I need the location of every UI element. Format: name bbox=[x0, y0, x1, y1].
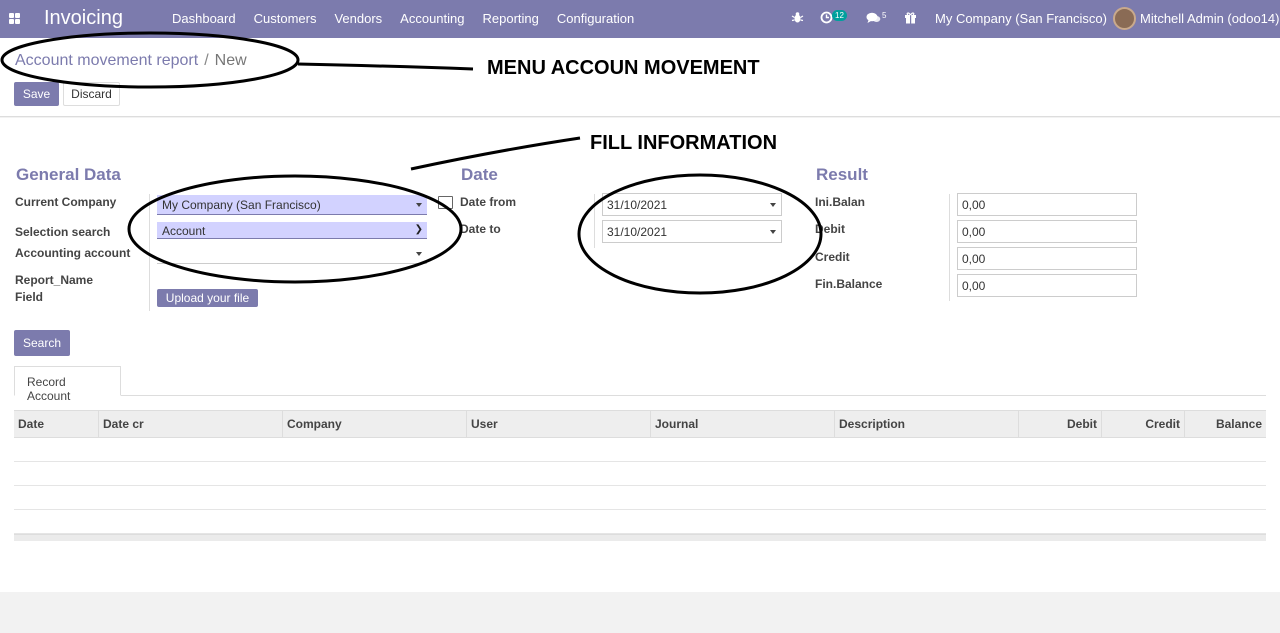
accounting-account-select[interactable] bbox=[157, 244, 427, 264]
menu-item-reporting[interactable]: Reporting bbox=[483, 11, 539, 26]
company-switcher[interactable]: My Company (San Francisco) bbox=[935, 11, 1107, 26]
selection-search-label: Selection search bbox=[15, 225, 111, 239]
caret-down-icon bbox=[416, 252, 422, 256]
tab-underline bbox=[14, 395, 1266, 396]
general-separator bbox=[149, 194, 150, 311]
breadcrumb-parent[interactable]: Account movement report bbox=[15, 52, 198, 69]
breadcrumb: Account movement report / New bbox=[15, 52, 247, 70]
date-from-value: 31/10/2021 bbox=[607, 198, 668, 212]
date-from-label: Date from bbox=[460, 195, 517, 209]
report-name-label: Report_Name bbox=[15, 273, 94, 287]
debit-input[interactable]: 0,00 bbox=[957, 220, 1137, 243]
column-company[interactable]: Company bbox=[282, 411, 466, 438]
search-button[interactable]: Search bbox=[14, 330, 70, 356]
record-account-table: Date Date cr Company User Journal Descri… bbox=[14, 410, 1266, 541]
credit-input[interactable]: 0,00 bbox=[957, 247, 1137, 270]
menu-item-configuration[interactable]: Configuration bbox=[557, 11, 634, 26]
result-title: Result bbox=[816, 165, 868, 184]
user-avatar[interactable] bbox=[1113, 7, 1136, 30]
column-debit[interactable]: Debit bbox=[1018, 411, 1101, 438]
accounting-account-label: Accounting account bbox=[15, 246, 131, 260]
column-credit[interactable]: Credit bbox=[1101, 411, 1184, 438]
table-row bbox=[14, 486, 1266, 510]
form-sheet: General Data Current Company Selection s… bbox=[0, 118, 1280, 592]
activity-count-badge: 12 bbox=[832, 10, 847, 21]
selection-search-value: Account bbox=[162, 224, 206, 238]
fin-balance-label: Fin.Balance bbox=[815, 277, 883, 291]
activity-clock-icon[interactable] bbox=[820, 11, 833, 27]
debit-label: Debit bbox=[815, 222, 845, 236]
table-row bbox=[14, 510, 1266, 534]
messages-chat-icon[interactable] bbox=[866, 11, 881, 27]
apps-menu-icon[interactable] bbox=[9, 13, 20, 24]
current-company-value: My Company (San Francisco) bbox=[162, 198, 321, 212]
tab-record-account[interactable]: Record Account bbox=[14, 366, 121, 403]
breadcrumb-separator: / bbox=[204, 52, 209, 69]
current-company-label: Current Company bbox=[15, 195, 117, 209]
annotation-fill-text: FILL INFORMATION bbox=[590, 132, 778, 154]
annotation-menu-text: MENU ACCOUN MOVEMENT bbox=[487, 57, 760, 79]
menu-item-dashboard[interactable]: Dashboard bbox=[172, 11, 236, 26]
selection-search-select[interactable]: Account ❯ bbox=[157, 222, 427, 239]
caret-down-icon bbox=[770, 230, 776, 234]
credit-label: Credit bbox=[815, 250, 850, 264]
table-row bbox=[14, 462, 1266, 486]
gift-icon[interactable] bbox=[904, 11, 917, 27]
current-company-select[interactable]: My Company (San Francisco) bbox=[157, 195, 427, 215]
column-balance[interactable]: Balance bbox=[1184, 411, 1266, 438]
date-to-label: Date to bbox=[460, 222, 501, 236]
field-label: Field bbox=[15, 290, 44, 304]
date-separator bbox=[594, 194, 595, 248]
date-to-value: 31/10/2021 bbox=[607, 225, 668, 239]
app-name: Invoicing bbox=[44, 7, 123, 29]
result-separator bbox=[949, 194, 950, 301]
table-row bbox=[14, 438, 1266, 462]
upload-file-button[interactable]: Upload your file bbox=[157, 289, 258, 307]
ini-balance-label: Ini.Balan bbox=[815, 195, 866, 209]
menu-item-vendors[interactable]: Vendors bbox=[334, 11, 382, 26]
column-user[interactable]: User bbox=[466, 411, 650, 438]
top-navbar: Invoicing Dashboard Customers Vendors Ac… bbox=[0, 0, 1280, 38]
user-menu[interactable]: Mitchell Admin (odoo14) bbox=[1140, 11, 1279, 26]
main-menu: Dashboard Customers Vendors Accounting R… bbox=[172, 11, 652, 26]
discard-button[interactable]: Discard bbox=[63, 82, 120, 106]
fin-balance-input[interactable]: 0,00 bbox=[957, 274, 1137, 297]
caret-down-icon bbox=[770, 203, 776, 207]
external-link-icon[interactable] bbox=[438, 196, 453, 209]
message-count-badge: 5 bbox=[882, 11, 887, 20]
date-title: Date bbox=[461, 165, 498, 184]
caret-down-icon bbox=[416, 203, 422, 207]
general-data-title: General Data bbox=[16, 165, 121, 184]
column-date-cr[interactable]: Date cr bbox=[98, 411, 282, 438]
column-date[interactable]: Date bbox=[14, 411, 98, 438]
ini-balance-input[interactable]: 0,00 bbox=[957, 193, 1137, 216]
table-footer bbox=[14, 534, 1266, 541]
menu-item-customers[interactable]: Customers bbox=[254, 11, 317, 26]
date-to-input[interactable]: 31/10/2021 bbox=[602, 220, 782, 243]
page: Invoicing Dashboard Customers Vendors Ac… bbox=[0, 0, 1280, 633]
debug-bug-icon[interactable] bbox=[791, 11, 804, 27]
table-header: Date Date cr Company User Journal Descri… bbox=[14, 410, 1266, 438]
save-button[interactable]: Save bbox=[14, 82, 59, 106]
column-description[interactable]: Description bbox=[834, 411, 1018, 438]
chevron-down-icon: ❯ bbox=[414, 224, 423, 235]
column-journal[interactable]: Journal bbox=[650, 411, 834, 438]
breadcrumb-current: New bbox=[214, 52, 247, 69]
date-from-input[interactable]: 31/10/2021 bbox=[602, 193, 782, 216]
menu-item-accounting[interactable]: Accounting bbox=[400, 11, 464, 26]
